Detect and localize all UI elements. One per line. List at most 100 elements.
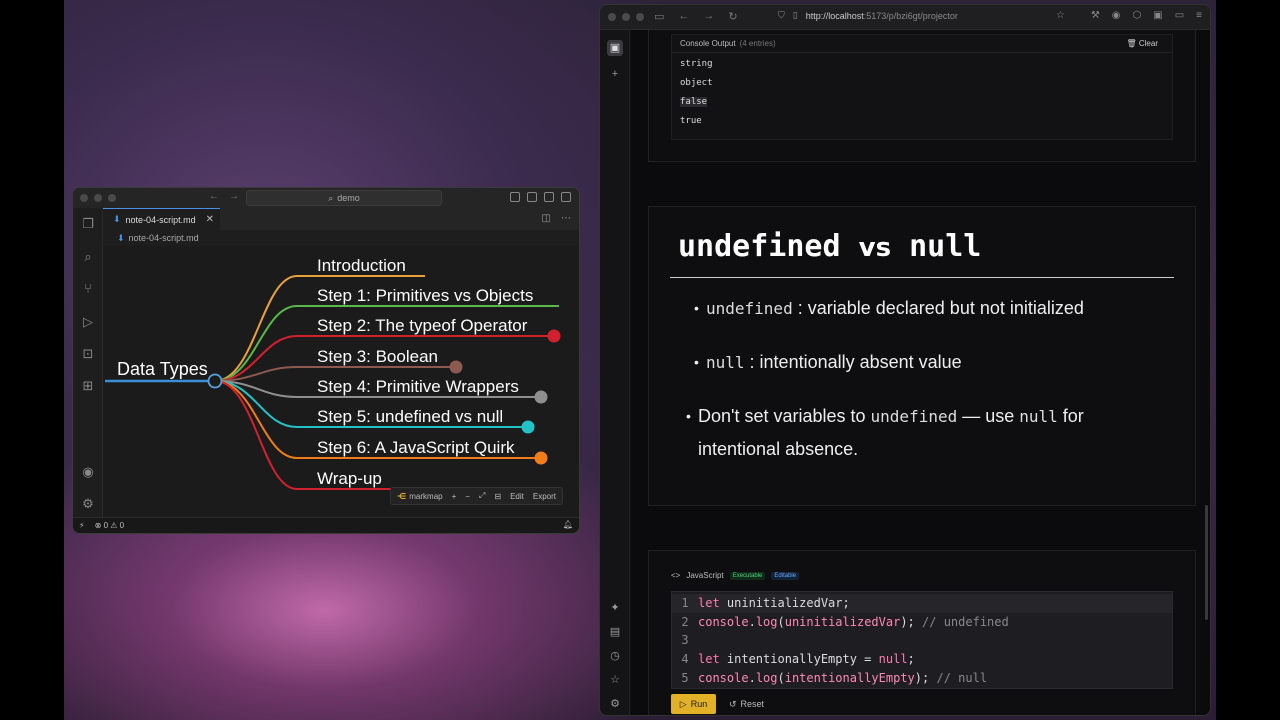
reset-icon: ↺	[729, 698, 737, 709]
bookmarks-star-icon[interactable]: ☆	[607, 672, 623, 688]
warning-count: 0	[119, 521, 125, 530]
toggle-sidebar-icon[interactable]	[527, 192, 537, 202]
window-controls	[80, 194, 116, 202]
markmap-collapse-dot[interactable]	[534, 451, 548, 465]
more-actions-icon[interactable]: ⋯	[561, 213, 571, 224]
source-control-icon[interactable]: ⑂	[80, 281, 96, 297]
markmap-collapse-dot[interactable]	[534, 390, 548, 404]
add-icon[interactable]: +	[607, 66, 623, 82]
sidebar-icon[interactable]: ▭	[1175, 10, 1184, 21]
close-window-button[interactable]	[80, 194, 88, 202]
back-arrow-icon[interactable]: ←	[209, 191, 219, 202]
tab-note-04-script[interactable]: ⬇ note-04-script.md ✕	[103, 208, 220, 230]
markmap-brand[interactable]: markmap	[409, 492, 442, 501]
remote-icon[interactable]: ⚡	[79, 521, 85, 530]
sidebar-toggle-icon[interactable]: ▭	[654, 10, 664, 23]
breadcrumb-file[interactable]: note-04-script.md	[129, 233, 199, 243]
code-line[interactable]: 5 console.log(intentionallyEmpty); // nul…	[672, 669, 1172, 688]
menu-icon[interactable]: ≡	[1196, 10, 1202, 21]
forward-arrow-icon[interactable]: →	[703, 10, 714, 23]
markmap-node-label[interactable]: Step 4: Primitive Wrappers	[317, 377, 519, 396]
markmap-collapse-dot[interactable]	[449, 360, 463, 374]
close-window-button[interactable]	[608, 13, 616, 21]
markmap-collapse-dot[interactable]	[547, 329, 561, 343]
tools-icon[interactable]: ⚒	[1091, 10, 1100, 21]
slide-card: undefined vs null undefined : variable d…	[648, 206, 1196, 506]
container-icon[interactable]: ▣	[1153, 10, 1162, 21]
code-line[interactable]: 2 console.log(uninitializedVar); // undef…	[672, 613, 1172, 632]
clear-label: Clear	[1138, 39, 1158, 48]
slide-title-code-a: undefined	[678, 229, 841, 264]
console-count: (4 entries)	[739, 39, 776, 48]
command-center-search[interactable]: ⌕ demo	[246, 190, 442, 206]
title-divider	[670, 277, 1174, 278]
url-host: http://localhost	[805, 10, 864, 21]
markmap-toolbar: ⋲ markmap + − ⤢ ⊟ Edit Export	[390, 487, 563, 505]
forward-arrow-icon[interactable]: →	[229, 191, 239, 202]
problems-indicator[interactable]: ⊗ 0 ⚠ 0	[95, 521, 124, 530]
zoom-out-icon[interactable]: −	[465, 492, 470, 501]
split-editor-icon[interactable]: ◫	[542, 213, 551, 224]
minimize-window-button[interactable]	[622, 13, 630, 21]
markmap-collapse-dot[interactable]	[521, 420, 535, 434]
toggle-icon[interactable]: ⊟	[494, 492, 501, 501]
code-line[interactable]: 4 let intentionallyEmpty = null;	[672, 650, 1172, 669]
zoom-in-icon[interactable]: +	[452, 492, 457, 501]
gear-icon[interactable]: ⚙	[80, 496, 96, 512]
shield-icon[interactable]: ⛉	[778, 10, 785, 21]
markmap-node-label[interactable]: Wrap-up	[317, 469, 382, 488]
bullet-text: : intentionally absent value	[749, 352, 962, 372]
account-icon[interactable]: ◉	[1112, 10, 1121, 21]
explorer-icon[interactable]: ❐	[80, 216, 96, 232]
extensions-icon[interactable]: ⊞	[80, 378, 96, 394]
gear-icon[interactable]: ⚙	[607, 696, 623, 712]
extensions-icon[interactable]: ⬡	[1133, 10, 1142, 21]
markmap-node-label[interactable]: Step 1: Primitives vs Objects	[317, 286, 533, 305]
page-scrollbar[interactable]	[1205, 505, 1208, 620]
clear-button[interactable]: 🗑︎ Clear	[1126, 39, 1158, 48]
console-header: Console Output (4 entries) 🗑︎ Clear	[672, 35, 1172, 53]
markmap-node-label[interactable]: Step 6: A JavaScript Quirk	[317, 438, 515, 457]
toggle-panel-icon[interactable]	[544, 192, 554, 202]
code-line[interactable]: 1 let uninitializedVar;	[672, 594, 1172, 613]
close-icon[interactable]: ✕	[206, 214, 214, 225]
back-arrow-icon[interactable]: ←	[678, 10, 689, 23]
console-line: string	[680, 59, 713, 69]
url-bar[interactable]: ⛉ ▯ http://localhost:5173/p/bzi6gt/proje…	[778, 10, 958, 21]
console-line-text: false	[680, 97, 708, 107]
code-line[interactable]: 3	[672, 631, 1172, 650]
markmap-root-label[interactable]: Data Types	[117, 359, 208, 379]
toggle-secondary-sidebar-icon[interactable]	[561, 192, 571, 202]
bullet-text: — use	[957, 406, 1020, 426]
reset-button[interactable]: ↺ Reset	[729, 694, 764, 714]
markdown-file-icon: ⬇	[117, 232, 125, 243]
markmap-node-label[interactable]: Step 5: undefined vs null	[317, 407, 503, 426]
reload-icon[interactable]: ↻	[728, 10, 737, 23]
code-editor[interactable]: 1 let uninitializedVar; 2 console.log(unin…	[671, 591, 1173, 689]
markmap-node-label[interactable]: Step 3: Boolean	[317, 347, 438, 366]
zoom-window-button[interactable]	[636, 13, 644, 21]
minimize-window-button[interactable]	[94, 194, 102, 202]
remote-explorer-icon[interactable]: ⊡	[80, 346, 96, 362]
markmap-canvas[interactable]: Introduction Step 1: Primitives vs Object…	[103, 246, 580, 519]
clipboard-icon[interactable]: ▤	[607, 624, 623, 640]
zoom-window-button[interactable]	[108, 194, 116, 202]
save-icon[interactable]: ▣	[607, 40, 623, 56]
bookmark-star-icon[interactable]: ☆	[1056, 10, 1065, 21]
url-path: :5173/p/bzi6gt/projector	[863, 10, 958, 21]
account-icon[interactable]: ◉	[80, 464, 96, 480]
markmap-root-node[interactable]	[207, 373, 223, 389]
markmap-node-label[interactable]: Introduction	[317, 256, 406, 275]
run-button[interactable]: ▷ Run	[671, 694, 716, 714]
run-debug-icon[interactable]: ▷	[80, 314, 96, 330]
ai-sparkle-icon[interactable]: ✦	[607, 600, 623, 616]
fit-icon[interactable]: ⤢	[479, 491, 485, 501]
markmap-edit-button[interactable]: Edit	[510, 492, 524, 501]
markmap-node-label[interactable]: Step 2: The typeof Operator	[317, 316, 528, 335]
code-language: JavaScript	[686, 571, 724, 580]
history-icon[interactable]: ◷	[607, 648, 623, 664]
layout-icon[interactable]	[510, 192, 520, 202]
markmap-export-button[interactable]: Export	[533, 492, 556, 501]
bell-icon[interactable]: 🔔︎	[563, 520, 573, 529]
search-icon[interactable]: ⌕	[80, 249, 96, 265]
